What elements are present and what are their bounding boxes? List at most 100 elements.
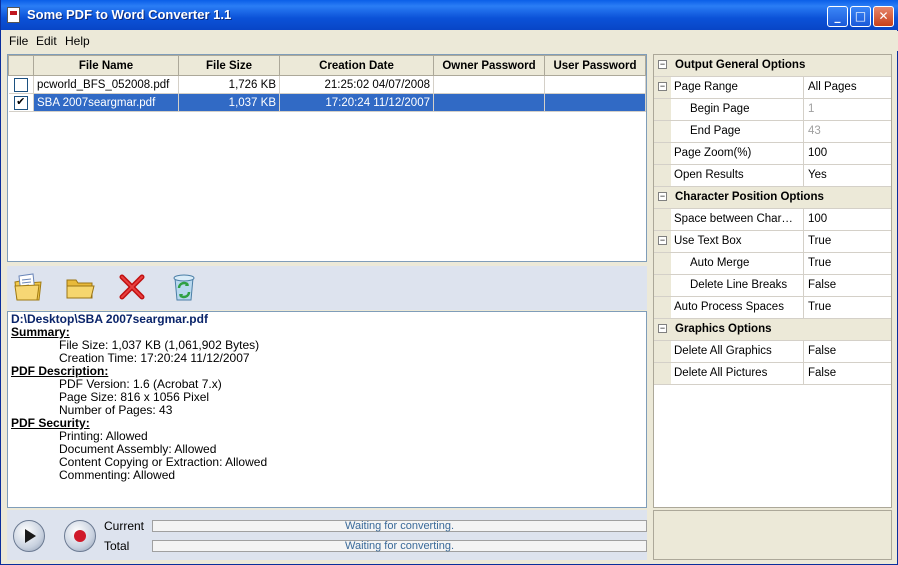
property-category[interactable]: − Graphics Options bbox=[654, 319, 891, 341]
property-value[interactable]: 100 bbox=[808, 209, 891, 230]
table-row-selected[interactable]: ✔ SBA 2007seargmar.pdf 1,037 KB 17:20:24… bbox=[8, 93, 646, 112]
property-name: Begin Page bbox=[671, 99, 804, 120]
property-name: Delete All Graphics bbox=[671, 341, 804, 362]
table-row[interactable]: pcworld_BFS_052008.pdf 1,726 KB 21:25:02… bbox=[8, 75, 646, 94]
minimize-button[interactable]: _ bbox=[827, 6, 848, 27]
collapse-icon[interactable]: − bbox=[658, 236, 667, 245]
pdf-app-icon bbox=[7, 7, 20, 23]
menu-edit[interactable]: Edit bbox=[36, 34, 57, 48]
file-path: D:\Desktop\SBA 2007seargmar.pdf bbox=[11, 312, 208, 326]
property-gutter: − bbox=[654, 187, 671, 208]
stop-convert-button[interactable] bbox=[64, 520, 96, 552]
column-header-owner-password[interactable]: Owner Password bbox=[433, 55, 545, 76]
property-gutter bbox=[654, 363, 671, 384]
stop-icon bbox=[74, 530, 86, 542]
property-value[interactable]: True bbox=[808, 231, 891, 252]
property-gutter bbox=[654, 121, 671, 142]
property-category-label: Graphics Options bbox=[671, 319, 891, 340]
file-size-cell: 1,726 KB bbox=[178, 75, 280, 94]
property-row[interactable]: End Page 43 bbox=[654, 121, 891, 143]
property-value[interactable]: 43 bbox=[808, 121, 891, 142]
property-name: Space between Char… bbox=[671, 209, 804, 230]
menu-help[interactable]: Help bbox=[65, 34, 90, 48]
property-name: Use Text Box bbox=[671, 231, 804, 252]
file-size-cell: 1,037 KB bbox=[178, 93, 280, 112]
window-title: Some PDF to Word Converter 1.1 bbox=[27, 7, 232, 22]
property-name: Page Range bbox=[671, 77, 804, 98]
property-row[interactable]: Page Zoom(%) 100 bbox=[654, 143, 891, 165]
total-progress-bar: Waiting for converting. bbox=[152, 540, 647, 552]
property-row[interactable]: Delete All Graphics False bbox=[654, 341, 891, 363]
property-row[interactable]: Open Results Yes bbox=[654, 165, 891, 187]
column-header-file-name[interactable]: File Name bbox=[33, 55, 179, 76]
property-category-label: Output General Options bbox=[671, 55, 891, 76]
description-line: Number of Pages: 43 bbox=[59, 403, 173, 417]
menu-file[interactable]: File bbox=[9, 34, 28, 48]
title-bar[interactable]: Some PDF to Word Converter 1.1 _ □ ✕ bbox=[1, 0, 898, 30]
property-gutter: − bbox=[654, 319, 671, 340]
user-password-cell[interactable] bbox=[544, 75, 646, 94]
property-value[interactable]: All Pages bbox=[808, 77, 891, 98]
collapse-icon[interactable]: − bbox=[658, 60, 667, 69]
property-row[interactable]: Auto Process Spaces True bbox=[654, 297, 891, 319]
file-name-cell: pcworld_BFS_052008.pdf bbox=[33, 75, 179, 94]
property-row[interactable]: − Use Text Box True bbox=[654, 231, 891, 253]
property-value[interactable]: False bbox=[808, 363, 891, 384]
property-gutter bbox=[654, 341, 671, 362]
property-gutter bbox=[654, 165, 671, 186]
menu-bar: File Edit Help bbox=[1, 31, 898, 51]
property-row[interactable]: Delete Line Breaks False bbox=[654, 275, 891, 297]
property-category[interactable]: − Character Position Options bbox=[654, 187, 891, 209]
current-progress-bar: Waiting for converting. bbox=[152, 520, 647, 532]
property-value[interactable]: Yes bbox=[808, 165, 891, 186]
current-progress-label: Current bbox=[104, 519, 145, 533]
column-header-creation-date[interactable]: Creation Date bbox=[279, 55, 434, 76]
property-name: Auto Merge bbox=[671, 253, 804, 274]
options-property-grid: − Output General Options − Page Range All Pa… bbox=[653, 54, 892, 508]
property-value[interactable]: 100 bbox=[808, 143, 891, 164]
property-value[interactable]: False bbox=[808, 341, 891, 362]
property-name: Auto Process Spaces bbox=[671, 297, 804, 318]
clear-recycle-icon[interactable] bbox=[167, 270, 201, 304]
property-value[interactable]: True bbox=[808, 253, 891, 274]
property-value[interactable]: False bbox=[808, 275, 891, 296]
property-description-area bbox=[653, 510, 892, 560]
property-row[interactable]: Space between Char… 100 bbox=[654, 209, 891, 231]
delete-icon[interactable] bbox=[115, 270, 149, 304]
property-row[interactable]: Auto Merge True bbox=[654, 253, 891, 275]
property-value[interactable]: True bbox=[808, 297, 891, 318]
owner-password-cell[interactable] bbox=[433, 75, 545, 94]
row-checkbox-checked[interactable]: ✔ bbox=[13, 95, 28, 110]
column-header-checkbox[interactable] bbox=[8, 55, 34, 76]
add-file-icon[interactable] bbox=[11, 270, 45, 304]
maximize-button[interactable]: □ bbox=[850, 6, 871, 27]
property-row[interactable]: Begin Page 1 bbox=[654, 99, 891, 121]
column-header-file-size[interactable]: File Size bbox=[178, 55, 280, 76]
total-progress-label: Total bbox=[104, 539, 130, 553]
property-row[interactable]: − Page Range All Pages bbox=[654, 77, 891, 99]
column-header-user-password[interactable]: User Password bbox=[544, 55, 646, 76]
start-convert-button[interactable] bbox=[13, 520, 45, 552]
collapse-icon[interactable]: − bbox=[658, 82, 667, 91]
owner-password-cell[interactable] bbox=[433, 93, 545, 112]
property-gutter: − bbox=[654, 231, 671, 252]
property-name: Delete Line Breaks bbox=[671, 275, 804, 296]
file-table: File Name File Size Creation Date Owner … bbox=[8, 55, 646, 112]
user-password-cell[interactable] bbox=[544, 93, 646, 112]
property-gutter: − bbox=[654, 77, 671, 98]
file-info-panel: D:\Desktop\SBA 2007seargmar.pdf Summary:… bbox=[7, 311, 647, 508]
property-gutter bbox=[654, 143, 671, 164]
property-category[interactable]: − Output General Options bbox=[654, 55, 891, 77]
property-gutter bbox=[654, 209, 671, 230]
row-checkbox[interactable] bbox=[13, 77, 28, 92]
property-row[interactable]: Delete All Pictures False bbox=[654, 363, 891, 385]
collapse-icon[interactable]: − bbox=[658, 324, 667, 333]
property-name: End Page bbox=[671, 121, 804, 142]
close-button[interactable]: ✕ bbox=[873, 6, 894, 27]
collapse-icon[interactable]: − bbox=[658, 192, 667, 201]
property-category-label: Character Position Options bbox=[671, 187, 891, 208]
creation-date-cell: 21:25:02 04/07/2008 bbox=[279, 75, 434, 94]
open-folder-icon[interactable] bbox=[63, 270, 97, 304]
file-name-cell: SBA 2007seargmar.pdf bbox=[33, 93, 179, 112]
property-value[interactable]: 1 bbox=[808, 99, 891, 120]
